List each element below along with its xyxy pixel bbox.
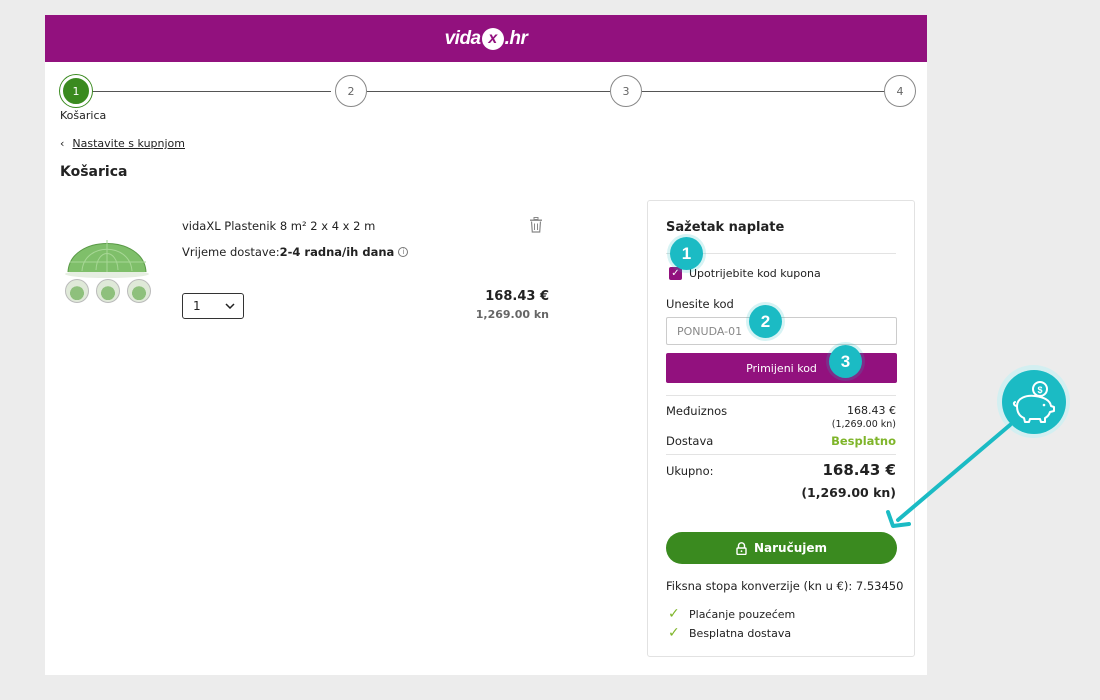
step-3: 3 <box>610 75 642 107</box>
step-connector <box>367 91 610 92</box>
info-icon[interactable]: i <box>398 247 409 257</box>
step-number: 3 <box>622 84 630 98</box>
product-price-eur: 168.43 € <box>485 289 549 304</box>
perk-cash-on-delivery: ✓ Plaćanje pouzećem <box>668 606 795 622</box>
perk-label: Besplatna dostava <box>689 626 792 640</box>
piggy-bank-badge: $ <box>997 365 1070 438</box>
shipping-value: Besplatno <box>831 434 896 448</box>
step-connector <box>642 91 885 92</box>
chevron-left-icon: ‹ <box>60 137 65 150</box>
product-price-kn: 1,269.00 kn <box>475 308 549 321</box>
vidaxl-logo[interactable]: vida x .hr <box>444 27 528 50</box>
annotation-badge-2: 2 <box>749 305 782 338</box>
step-number: 2 <box>347 84 355 98</box>
delivery-label: Vrijeme dostave: <box>182 245 280 259</box>
thumbnail[interactable] <box>65 279 89 303</box>
site-header: vida x .hr <box>45 15 927 62</box>
thumbnail[interactable] <box>96 279 120 303</box>
svg-text:$: $ <box>1037 385 1042 395</box>
logo-xl-mark: x <box>481 27 504 50</box>
perk-free-delivery: ✓ Besplatna dostava <box>668 625 791 641</box>
delivery-time: Vrijeme dostave: 2-4 radna/ih dana i <box>182 245 409 259</box>
logo-text-left: vida <box>444 27 482 49</box>
lock-icon <box>736 541 747 555</box>
total-eur: 168.43 € <box>822 461 896 479</box>
annotation-badge-3: 3 <box>829 345 862 378</box>
continue-shopping-link[interactable]: ‹ Nastavite s kupnjom <box>60 137 185 150</box>
thumbnail[interactable] <box>127 279 151 303</box>
summary-title: Sažetak naplate <box>666 220 785 235</box>
step-number: 1 <box>72 84 80 98</box>
apply-code-button[interactable]: Primijeni kod <box>666 353 897 383</box>
step-1-label: Košarica <box>60 109 107 122</box>
product-thumbnails <box>65 279 151 303</box>
shipping-label: Dostava <box>666 434 714 448</box>
coupon-checkbox-label: Upotrijebite kod kupona <box>689 267 821 280</box>
checkout-page: vida x .hr 1 2 3 4 Košarica ‹ Nastavite … <box>45 15 927 675</box>
step-4: 4 <box>884 75 916 107</box>
subtotal-eur: 168.43 € <box>847 404 896 417</box>
step-number: 4 <box>896 84 904 98</box>
subtotal-kn: (1,269.00 kn) <box>831 419 896 430</box>
step-connector <box>92 91 331 92</box>
divider <box>666 395 896 396</box>
logo-text-right: .hr <box>504 27 528 49</box>
trash-icon[interactable] <box>529 217 543 233</box>
code-label: Unesite kod <box>666 297 734 311</box>
checkout-stepper: 1 2 3 4 <box>60 75 916 107</box>
order-button[interactable]: Naručujem <box>666 532 897 564</box>
conversion-rate: Fiksna stopa konverzije (kn u €): 7.5345… <box>666 579 904 593</box>
quantity-select[interactable]: 1 <box>182 293 244 319</box>
total-kn: (1,269.00 kn) <box>801 485 896 500</box>
page-title: Košarica <box>60 164 128 180</box>
annotation-badge-1: 1 <box>670 237 703 270</box>
step-1-cart: 1 <box>60 75 92 107</box>
product-image[interactable] <box>62 222 152 278</box>
chevron-down-icon <box>225 303 235 309</box>
product-name[interactable]: vidaXL Plastenik 8 m² 2 x 4 x 2 m <box>182 219 375 233</box>
perk-label: Plaćanje pouzećem <box>689 607 796 621</box>
order-button-label: Naručujem <box>753 541 827 555</box>
divider <box>666 454 896 455</box>
step-2: 2 <box>335 75 367 107</box>
continue-shopping-label: Nastavite s kupnjom <box>72 137 185 150</box>
quantity-value: 1 <box>193 299 201 313</box>
check-icon: ✓ <box>668 606 680 622</box>
subtotal-label: Međuiznos <box>666 404 728 418</box>
piggy-bank-icon: $ <box>1001 369 1066 434</box>
check-icon: ✓ <box>668 625 680 641</box>
total-label: Ukupno: <box>666 464 714 478</box>
delivery-value: 2-4 radna/ih dana <box>279 245 395 259</box>
